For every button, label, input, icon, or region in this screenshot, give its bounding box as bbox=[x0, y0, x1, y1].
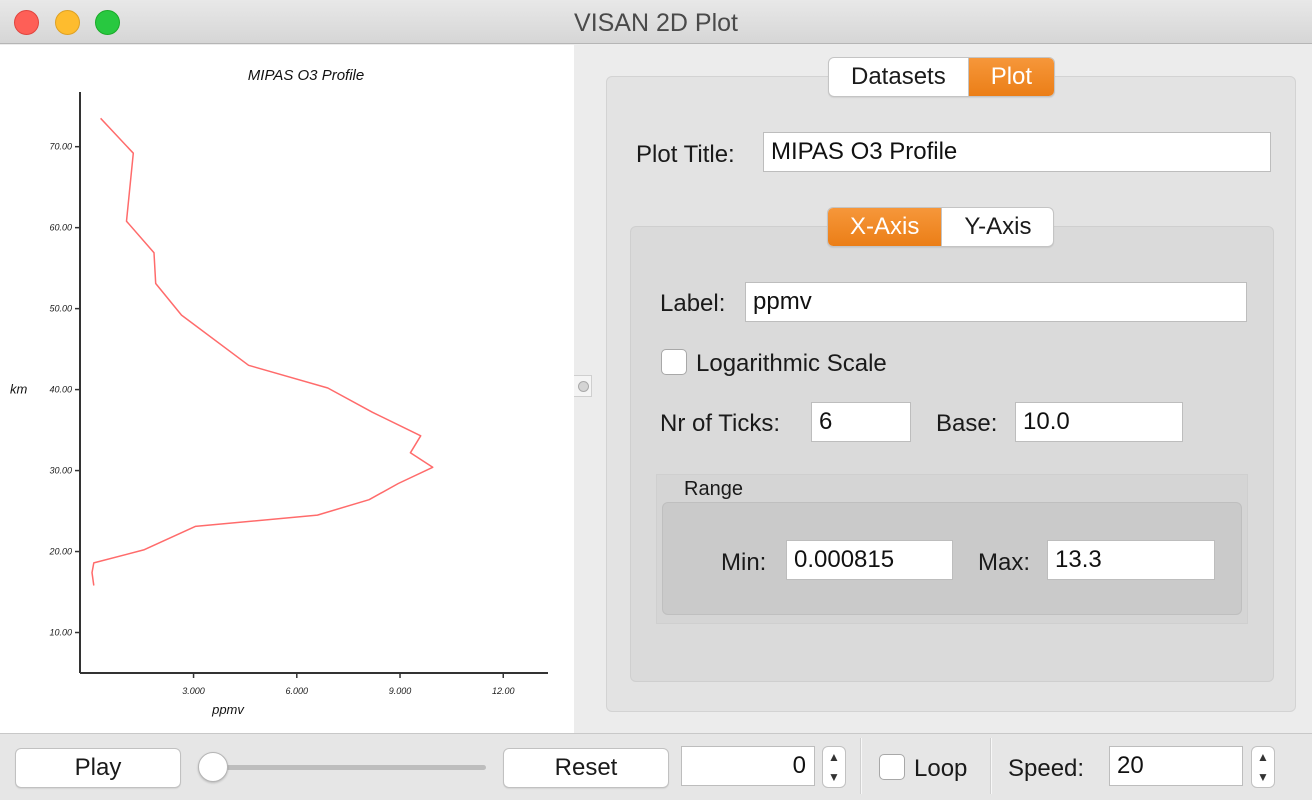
title-bar: VISAN 2D Plot bbox=[0, 0, 1312, 44]
y-tick-label: 70.00 bbox=[49, 142, 72, 152]
y-tick-label: 60.00 bbox=[49, 223, 72, 233]
plot-title-field[interactable]: MIPAS O3 Profile bbox=[763, 132, 1271, 172]
tab-plot[interactable]: Plot bbox=[967, 58, 1055, 96]
loop-checkbox[interactable] bbox=[879, 754, 905, 780]
frame-stepper[interactable]: ▲ ▼ bbox=[822, 746, 846, 788]
y-axis-label: km bbox=[10, 382, 28, 397]
play-button[interactable]: Play bbox=[15, 748, 181, 788]
y-tick-label: 10.00 bbox=[49, 628, 72, 638]
series-line-1 bbox=[91, 117, 434, 586]
loop-label[interactable]: Loop bbox=[914, 755, 967, 783]
splitter-grip-icon bbox=[578, 381, 589, 392]
range-max-label: Max: bbox=[978, 549, 1031, 576]
ticks-label: Nr of Ticks: bbox=[660, 410, 781, 437]
speed-label: Speed: bbox=[1008, 755, 1085, 782]
x-tick-label: 9.000 bbox=[389, 686, 412, 696]
y-tick-label: 30.00 bbox=[49, 466, 72, 476]
range-min-field[interactable]: 0.000815 bbox=[786, 540, 953, 580]
frame-field[interactable]: 0 bbox=[681, 746, 815, 786]
x-tick-label: 12.00 bbox=[492, 686, 515, 696]
chevron-up-icon[interactable]: ▲ bbox=[1252, 747, 1274, 767]
x-axis-label: ppmv bbox=[211, 702, 245, 717]
window-title: VISAN 2D Plot bbox=[574, 9, 738, 37]
splitter-handle[interactable] bbox=[574, 375, 592, 397]
x-tick-label: 6.000 bbox=[286, 686, 309, 696]
axis-label-label: Label: bbox=[660, 290, 726, 317]
tab-datasets[interactable]: Datasets bbox=[829, 58, 968, 96]
chevron-up-icon[interactable]: ▲ bbox=[823, 747, 845, 767]
y-tick-label: 40.00 bbox=[49, 385, 72, 395]
reset-button[interactable]: Reset bbox=[503, 748, 669, 788]
chart-title: MIPAS O3 Profile bbox=[248, 67, 364, 84]
range-min-label: Min: bbox=[721, 549, 767, 576]
tab-y-axis[interactable]: Y-Axis bbox=[941, 208, 1053, 246]
plot-area[interactable]: MIPAS O3 Profile 10.00 20.00 30.00 40.00 50.0… bbox=[0, 45, 574, 733]
range-max-field[interactable]: 13.3 bbox=[1047, 540, 1215, 580]
axis-label-field[interactable]: ppmv bbox=[745, 282, 1247, 322]
y-tick-label: 50.00 bbox=[49, 304, 72, 314]
profile-chart[interactable]: MIPAS O3 Profile 10.00 20.00 30.00 40.00 50.0… bbox=[0, 45, 574, 733]
chevron-down-icon[interactable]: ▼ bbox=[1252, 767, 1274, 787]
base-field[interactable]: 10.0 bbox=[1015, 402, 1183, 442]
toolbar-divider bbox=[990, 738, 992, 794]
main-tab-bar: Datasets Plot bbox=[828, 57, 1056, 97]
toolbar-divider bbox=[860, 738, 862, 794]
range-group-title: Range bbox=[684, 478, 743, 500]
axis-tab-bar: X-Axis Y-Axis bbox=[827, 207, 1055, 247]
chevron-down-icon[interactable]: ▼ bbox=[823, 767, 845, 787]
plot-title-label: Plot Title: bbox=[636, 141, 735, 168]
base-label: Base: bbox=[936, 410, 998, 437]
log-scale-label[interactable]: Logarithmic Scale bbox=[696, 350, 887, 378]
y-tick-label: 20.00 bbox=[48, 547, 72, 557]
tab-x-axis[interactable]: X-Axis bbox=[828, 208, 942, 246]
ticks-field[interactable]: 6 bbox=[811, 402, 911, 442]
frame-slider-knob[interactable] bbox=[198, 752, 228, 782]
frame-slider-track[interactable] bbox=[206, 765, 486, 770]
x-tick-label: 3.000 bbox=[182, 686, 205, 696]
speed-field[interactable]: 20 bbox=[1109, 746, 1243, 786]
log-scale-checkbox[interactable] bbox=[661, 349, 687, 375]
speed-stepper[interactable]: ▲ ▼ bbox=[1251, 746, 1275, 788]
